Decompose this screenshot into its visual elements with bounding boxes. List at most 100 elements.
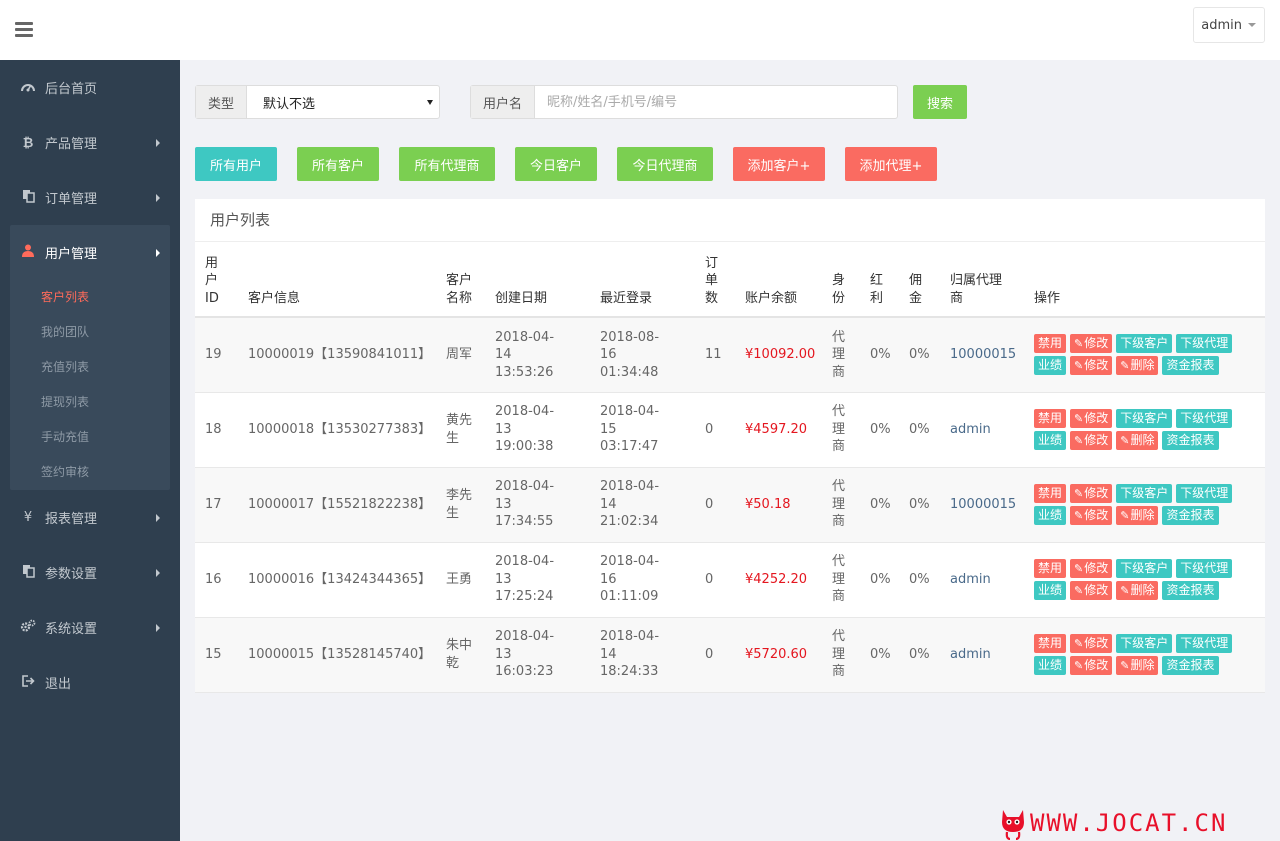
username-filter: 用户名 [470,85,898,119]
cell-agent: admin [940,392,1024,468]
sidebar-item-users[interactable]: 用户管理 [10,225,170,280]
sub-agents-button[interactable]: 下级代理 [1176,634,1233,653]
cell-info: 10000016【13424344365】 [238,542,436,618]
disable-button[interactable]: 禁用 [1034,409,1067,428]
action-label: 修改 [1084,486,1109,500]
col-header-info: 客户信息 [238,242,436,318]
user-icon [20,244,36,261]
action-label: 下级客户 [1120,411,1169,425]
col-header-created: 创建日期 [485,242,590,318]
performance-button[interactable]: 业绩 [1034,656,1067,675]
disable-button[interactable]: 禁用 [1034,634,1067,653]
submenu-my-team[interactable]: 我的团队 [10,315,170,350]
sidebar-item-products[interactable]: ₿ 产品管理 [0,115,180,170]
funds-report-button[interactable]: 资金报表 [1162,431,1219,450]
col-header-role: 身份 [822,242,860,318]
table-row: 19 10000019【13590841011】 周军 2018-04-14 13:5… [195,317,1265,393]
sub-agents-button[interactable]: 下级代理 [1176,334,1233,354]
sub-customers-button[interactable]: 下级客户 [1116,484,1173,503]
cell-role: 代理商 [822,317,860,393]
edit-button[interactable]: ✎修改 [1070,334,1113,354]
disable-button[interactable]: 禁用 [1034,559,1067,578]
cell-orders: 11 [695,317,735,393]
all-users-button[interactable]: 所有用户 [195,147,277,181]
pencil-icon: ✎ [1120,359,1130,373]
edit-button[interactable]: ✎修改 [1070,581,1113,600]
chevron-right-icon [156,624,160,632]
pencil-icon: ✎ [1120,509,1130,522]
sub-agents-button[interactable]: 下级代理 [1176,409,1233,428]
col-header-name: 客户名称 [436,242,485,318]
delete-button[interactable]: ✎删除 [1116,656,1159,675]
delete-button[interactable]: ✎删除 [1116,431,1159,450]
type-select[interactable]: 默认不选 [247,86,439,118]
user-menu[interactable]: admin [1193,7,1265,43]
submenu-contract-review[interactable]: 签约审核 [10,455,170,490]
sub-customers-button[interactable]: 下级客户 [1116,409,1173,428]
edit-button[interactable]: ✎修改 [1070,506,1113,525]
sub-customers-button[interactable]: 下级客户 [1116,559,1173,578]
performance-button[interactable]: 业绩 [1034,581,1067,600]
sidebar-item-reports[interactable]: ¥ 报表管理 [0,490,180,545]
sidebar-item-system[interactable]: 系统设置 [0,600,180,655]
submenu-customer-list[interactable]: 客户列表 [10,280,170,315]
action-label: 删除 [1130,658,1155,672]
edit-button[interactable]: ✎修改 [1070,634,1113,653]
add-agent-button[interactable]: 添加代理+ [845,147,937,181]
action-label: 修改 [1084,636,1109,650]
delete-button[interactable]: ✎删除 [1116,506,1159,525]
edit-button[interactable]: ✎修改 [1070,431,1113,450]
cell-id: 18 [195,392,238,468]
funds-report-button[interactable]: 资金报表 [1162,506,1219,525]
cell-name: 黄先生 [436,392,485,468]
username-input[interactable] [535,86,897,118]
chevron-right-icon [156,514,160,522]
sidebar-item-dashboard[interactable]: 后台首页 [0,60,180,115]
add-customer-button[interactable]: 添加客户+ [733,147,825,181]
action-label: 删除 [1130,583,1155,597]
pencil-icon: ✎ [1074,434,1084,447]
funds-report-button[interactable]: 资金报表 [1162,656,1219,675]
sub-customers-button[interactable]: 下级客户 [1116,634,1173,653]
all-customers-button[interactable]: 所有客户 [297,147,379,181]
submenu-manual-recharge[interactable]: 手动充值 [10,420,170,455]
action-label: 禁用 [1038,411,1063,425]
sub-agents-button[interactable]: 下级代理 [1176,484,1233,503]
row-actions: 禁用 ✎修改 下级客户 下级代理业绩 ✎修改 ✎删除 资金报表 [1034,559,1264,600]
all-agents-button[interactable]: 所有代理商 [399,147,495,181]
sidebar-item-logout[interactable]: 退出 [0,655,180,710]
top-bar: admin [0,0,1280,60]
sub-agents-button[interactable]: 下级代理 [1176,559,1233,578]
submenu-withdraw-list[interactable]: 提现列表 [10,385,170,420]
edit-button[interactable]: ✎修改 [1070,356,1113,376]
disable-button[interactable]: 禁用 [1034,334,1067,354]
cell-commission: 0% [899,392,940,468]
cell-id: 16 [195,542,238,618]
disable-button[interactable]: 禁用 [1034,484,1067,503]
menu-toggle-icon[interactable] [15,22,33,38]
table-row: 18 10000018【13530277383】 黄先生 2018-04-13 19:… [195,392,1265,468]
edit-button[interactable]: ✎修改 [1070,656,1113,675]
edit-button[interactable]: ✎修改 [1070,409,1113,428]
sub-customers-button[interactable]: 下级客户 [1116,334,1173,354]
edit-button[interactable]: ✎修改 [1070,559,1113,578]
delete-button[interactable]: ✎删除 [1116,356,1159,376]
sidebar-item-orders[interactable]: 订单管理 [0,170,180,225]
performance-button[interactable]: 业绩 [1034,431,1067,450]
funds-report-button[interactable]: 资金报表 [1162,581,1219,600]
performance-button[interactable]: 业绩 [1034,506,1067,525]
edit-button[interactable]: ✎修改 [1070,484,1113,503]
delete-button[interactable]: ✎删除 [1116,581,1159,600]
today-agents-button[interactable]: 今日代理商 [617,147,713,181]
action-label: 下级代理 [1180,336,1229,351]
sidebar-item-params[interactable]: 参数设置 [0,545,180,600]
yen-icon: ¥ [23,510,33,525]
search-button[interactable]: 搜索 [913,85,967,119]
pencil-icon: ✎ [1120,659,1130,672]
cell-last-login: 2018-04-14 21:02:34 [590,467,695,543]
performance-button[interactable]: 业绩 [1034,356,1067,376]
submenu-recharge-list[interactable]: 充值列表 [10,350,170,385]
funds-report-button[interactable]: 资金报表 [1162,356,1219,376]
today-customers-button[interactable]: 今日客户 [515,147,597,181]
action-label: 下级客户 [1120,486,1169,500]
